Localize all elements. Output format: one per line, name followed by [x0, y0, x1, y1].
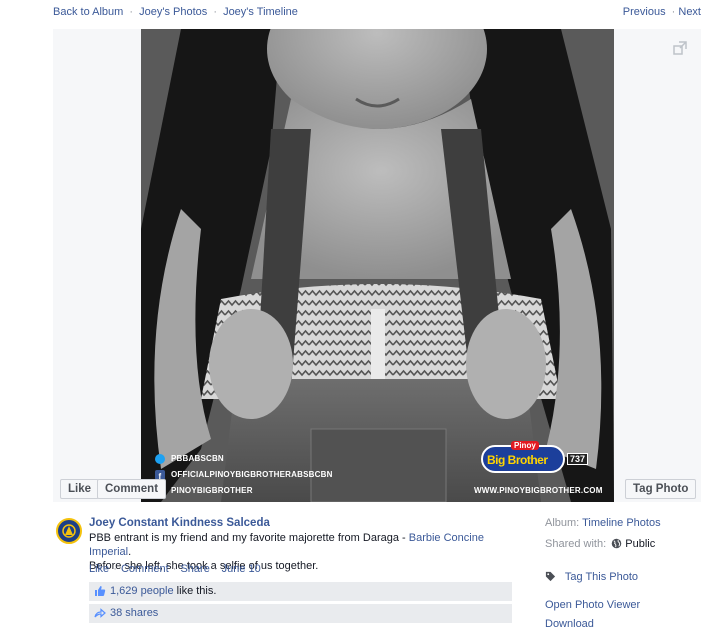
photo-nav-left: Back to Album · Joey's Photos · Joey's T…	[53, 6, 298, 18]
photo-image[interactable]: PBBABSCBN f OFFICIALPINOYBIGBROTHERABSBC…	[141, 29, 614, 502]
download-row: Download	[545, 618, 594, 630]
action-separator: ·	[213, 563, 218, 575]
photo-navigation: Back to Album · Joey's Photos · Joey's T…	[53, 6, 701, 22]
likes-row: 1,629 people like this.	[89, 582, 512, 601]
action-separator: ·	[113, 563, 117, 575]
logo-badge: 737	[567, 453, 589, 465]
nav-separator: ·	[213, 6, 217, 18]
joeys-photos-link[interactable]: Joey's Photos	[139, 6, 207, 18]
tag-icon	[545, 571, 556, 582]
tag-photo-button[interactable]: Tag Photo	[625, 479, 697, 499]
watermark-twitter: PBBABSCBN	[171, 454, 224, 463]
share-arrow-icon	[94, 608, 106, 618]
globe-icon	[611, 538, 622, 549]
watermark-facebook: OFFICIALPINOYBIGBROTHERABSBCBN	[171, 470, 333, 479]
author-name-link[interactable]: Joey Constant Kindness Salceda	[89, 517, 270, 529]
post-actions: Like · Comment · Share · June 10	[89, 563, 261, 575]
download-link[interactable]: Download	[545, 618, 594, 630]
share-link[interactable]: Share	[180, 563, 209, 575]
album-info: Album: Timeline Photos	[545, 517, 661, 529]
open-photo-viewer-row: Open Photo Viewer	[545, 599, 640, 611]
comment-link[interactable]: Comment	[121, 563, 169, 575]
like-button[interactable]: Like	[60, 479, 100, 499]
shares-row: 38 shares	[89, 604, 512, 623]
avatar[interactable]	[56, 518, 82, 544]
nav-separator: ·	[671, 6, 676, 18]
action-separator: ·	[172, 563, 177, 575]
expand-icon[interactable]	[673, 41, 687, 55]
shared-with-label: Shared with:	[545, 538, 607, 550]
previous-link[interactable]: Previous	[623, 6, 666, 18]
tag-this-photo-row: Tag This Photo	[545, 571, 638, 583]
likes-count-link[interactable]: 1,629 people	[110, 585, 174, 597]
tag-this-photo-link[interactable]: Tag This Photo	[565, 571, 638, 583]
watermark-instagram: PINOYBIGBROTHER	[171, 486, 253, 495]
comment-button[interactable]: Comment	[97, 479, 167, 499]
nav-separator: ·	[129, 6, 134, 18]
photo-nav-right: Previous · Next	[623, 6, 701, 18]
like-link[interactable]: Like	[89, 563, 109, 575]
thumbs-up-icon	[95, 586, 106, 596]
photo-illustration	[141, 29, 614, 502]
warriors-logo-icon	[62, 524, 76, 538]
twitter-icon	[155, 454, 165, 464]
next-link[interactable]: Next	[678, 6, 701, 18]
shares-count-link[interactable]: 38 shares	[110, 604, 158, 623]
likes-suffix: like this.	[173, 585, 217, 597]
photo-stage: PBBABSCBN f OFFICIALPINOYBIGBROTHERABSBC…	[53, 29, 701, 502]
logo-text-top: Pinoy	[511, 441, 539, 450]
logo-text-main: Big Brother	[487, 453, 548, 467]
album-link[interactable]: Timeline Photos	[582, 517, 660, 529]
open-photo-viewer-link[interactable]: Open Photo Viewer	[545, 599, 640, 611]
caption-text: PBB entrant is my friend and my favorite…	[89, 532, 409, 544]
caption-text-end: .	[128, 546, 132, 558]
watermark-url: WWW.PINOYBIGBROTHER.COM	[474, 486, 603, 495]
pbb-logo: Pinoy Big Brother 737	[481, 441, 589, 477]
back-to-album-link[interactable]: Back to Album	[53, 6, 123, 18]
joeys-timeline-link[interactable]: Joey's Timeline	[223, 6, 298, 18]
post-date-link[interactable]: June 10	[222, 563, 261, 575]
shared-with-value: Public	[625, 538, 656, 550]
shared-with-info: Shared with: Public	[545, 538, 655, 550]
album-label: Album:	[545, 517, 580, 529]
